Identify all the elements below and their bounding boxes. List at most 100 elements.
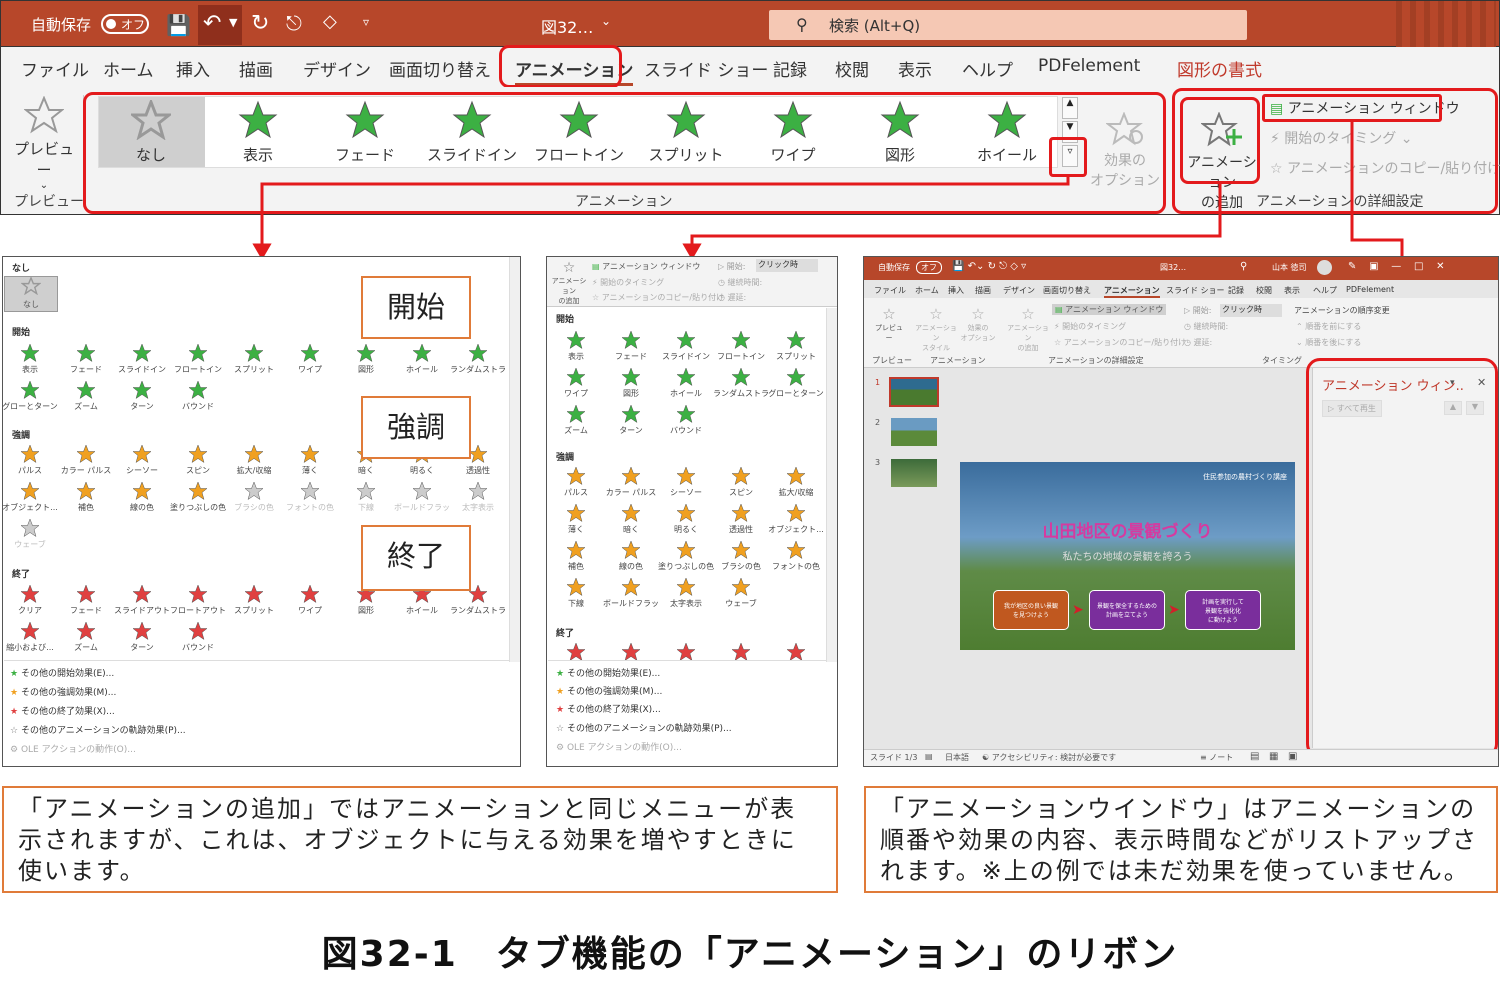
effect-item[interactable]: ズーム [548,404,604,436]
ppt-painter[interactable]: ☆ アニメーションのコピー/貼り付け [1054,337,1186,348]
effect-item[interactable]: フォントの色 [282,481,338,513]
panel2-more-entrance[interactable]: ★ その他の開始効果(E)... [556,666,660,679]
ppt-quick-access-icons[interactable]: 💾 ↶⌄ ↻ ⎋ ◇ ▿ [952,261,1026,272]
effect-item[interactable]: 表示 [548,330,604,362]
effect-item[interactable]: ランダムストラ... [450,343,506,375]
effect-item[interactable]: スライドアウト [114,584,170,616]
effect-item[interactable]: ブラシの色 [713,540,769,572]
effect-item[interactable]: 薄く [548,503,604,535]
effect-item[interactable]: 縮小および... [2,621,58,653]
effect-item[interactable]: スプリット [768,330,824,362]
effect-item[interactable]: フロートイン [713,330,769,362]
slide-thumbnail-1[interactable] [889,377,939,407]
effect-item[interactable]: ターン [603,404,659,436]
ppt-tab-5[interactable]: 画面切り替え [1043,285,1091,296]
panel2-pane-button[interactable]: ▤ アニメーション ウィンドウ [592,261,700,272]
effect-item[interactable]: 塗りつぶしの色 [658,540,714,572]
effect-item[interactable]: 明るく [658,503,714,535]
effect-item[interactable]: フロートアウト [170,584,226,616]
effect-item[interactable]: パルス [548,466,604,498]
more-emphasis-effects[interactable]: ★ その他の強調効果(M)... [10,685,116,698]
effect-item[interactable]: グローとターン [768,367,824,399]
panel2-add-animation[interactable]: ☆ アニメーション の追加 [549,260,589,306]
effect-item[interactable]: ウェーブ [2,518,58,550]
more-exit-effects[interactable]: ★ その他の終了効果(X)... [10,704,115,717]
effect-item[interactable]: ズーム [58,380,114,412]
ppt-autosave-toggle[interactable]: オフ [916,261,942,274]
effect-item[interactable]: スプリット [226,584,282,616]
effect-item[interactable]: シーソー [114,444,170,476]
ppt-tab-8[interactable]: 記録 [1228,285,1244,296]
effect-item[interactable]: 線の色 [114,481,170,513]
effect-item[interactable]: 透過性 [713,503,769,535]
ppt-window-controls[interactable]: ✎ ▣ — □ ✕ [1348,261,1445,272]
ppt-tab-7[interactable]: スライド ショー [1166,285,1225,296]
effect-item[interactable]: ターン [114,380,170,412]
effect-item[interactable]: 下線 [548,577,604,609]
effect-item[interactable]: ズーム [58,621,114,653]
effect-item[interactable]: 下線 [338,481,394,513]
effect-item[interactable]: ボールドフラッ... [394,481,450,513]
effect-item[interactable]: フロートイン [170,343,226,375]
view-buttons[interactable]: ▤ ▦ ▣ [1250,751,1297,762]
effect-item[interactable]: ワイプ [282,584,338,616]
effect-item[interactable]: 太字表示 [658,577,714,609]
ppt-tab-9[interactable]: 校閲 [1256,285,1272,296]
panel2-more-motion[interactable]: ☆ その他のアニメーションの軌跡効果(P)... [556,721,732,734]
panel2-trigger[interactable]: ⚡ 開始のタイミング [592,277,664,288]
panel1-none-item[interactable]: なし [4,276,58,312]
effect-item[interactable]: 薄く [282,444,338,476]
ppt-add-animation[interactable]: ☆ アニメーション の追加 [1006,305,1050,353]
effect-item[interactable]: スライドイン [114,343,170,375]
panel2-painter[interactable]: ☆ アニメーションのコピー/貼り付け [592,292,724,303]
effect-item[interactable]: スピン [170,444,226,476]
effect-item[interactable]: スプリット [226,343,282,375]
effect-item[interactable]: 図形 [603,367,659,399]
effect-item[interactable]: パルス [2,444,58,476]
ppt-tab-4[interactable]: デザイン [1003,285,1035,296]
effect-item[interactable]: スピン [713,466,769,498]
effect-item[interactable]: ランダムストラ... [713,367,769,399]
effect-item[interactable]: フォントの色 [768,540,824,572]
search-icon[interactable]: ⚲ [1240,261,1247,272]
ppt-start-select[interactable]: クリック時 [1220,304,1282,317]
ppt-move-earlier[interactable]: ⌃ 順番を前にする [1296,321,1361,332]
effect-item[interactable]: クリア [2,584,58,616]
ppt-move-later[interactable]: ⌄ 順番を後にする [1296,337,1361,348]
effect-item[interactable]: ターン [114,621,170,653]
ppt-tab-11[interactable]: ヘルプ [1313,285,1337,296]
effect-item[interactable]: シーソー [658,466,714,498]
ppt-tab-3[interactable]: 描画 [975,285,991,296]
ppt-animation-style[interactable]: ☆ アニメーション スタイル [914,305,958,353]
avatar[interactable] [1317,260,1332,275]
panel2-start-select[interactable]: クリック時 [756,259,818,272]
ppt-tab-12[interactable]: PDFelement [1346,285,1394,294]
ppt-effect-options[interactable]: ☆ 効果の オプション [958,305,998,343]
slide-thumbnail-3[interactable] [891,459,937,487]
effect-item[interactable]: グローとターン [2,380,58,412]
ppt-filename[interactable]: 図32… [1160,262,1186,273]
slide-thumbnail-2[interactable] [891,418,937,446]
status-notes[interactable]: ≡ ノート [1200,752,1233,763]
more-motion-paths[interactable]: ☆ その他のアニメーションの軌跡効果(P)... [10,723,186,736]
effect-item[interactable]: 図形 [338,343,394,375]
ppt-pane-button[interactable]: ▤ アニメーション ウィンドウ [1052,304,1167,315]
effect-item[interactable]: バウンド [170,621,226,653]
ppt-tab-2[interactable]: 挿入 [948,285,964,296]
ppt-tab-0[interactable]: ファイル [874,285,906,296]
panel2-more-exit[interactable]: ★ その他の終了効果(X)... [556,702,661,715]
effect-item[interactable]: バウンド [170,380,226,412]
effect-item[interactable]: 太字表示 [450,481,506,513]
main-slide[interactable]: 住民参加の農村づくり講座 山田地区の景観づくり 私たちの地域の景観を誇ろう 我が… [960,462,1295,650]
effect-item[interactable]: 塗りつぶしの色 [170,481,226,513]
effect-item[interactable]: フェード [58,584,114,616]
status-language[interactable]: 日本語 [945,752,969,763]
effect-item[interactable]: スライドイン [658,330,714,362]
ppt-tab-6[interactable]: アニメーション [1104,285,1160,298]
ppt-trigger[interactable]: ⚡ 開始のタイミング [1054,321,1126,332]
effect-item[interactable]: 拡大/収縮 [768,466,824,498]
effect-item[interactable]: カラー パルス [58,444,114,476]
effect-item[interactable]: ブラシの色 [226,481,282,513]
effect-item[interactable]: フェード [58,343,114,375]
panel2-more-emphasis[interactable]: ★ その他の強調効果(M)... [556,684,662,697]
